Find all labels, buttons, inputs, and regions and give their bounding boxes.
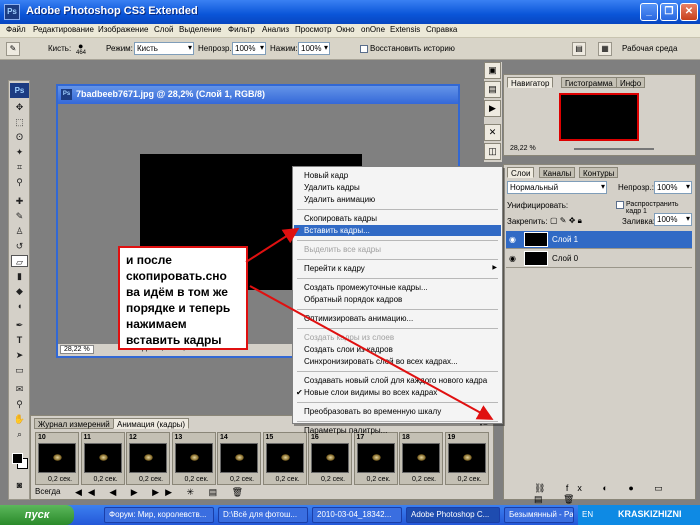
task-screenshot[interactable]: 2010-03-04_18342...: [312, 507, 402, 523]
arrow-to-paste-frames: [245, 227, 300, 263]
taskbar: пуск Форум: Мир, королевств... D:\Всё дл…: [0, 505, 700, 525]
system-tray: EN KRASKIZHIZNI: [578, 505, 700, 525]
task-paint[interactable]: Безымянный - Paint: [504, 507, 574, 523]
task-forum[interactable]: Форум: Мир, королевств...: [104, 507, 214, 523]
arrow-to-panel-menu: [249, 285, 494, 420]
watermark-text: KRASKIZHIZNI: [618, 509, 682, 519]
task-photoshop[interactable]: Adobe Photoshop C...: [406, 507, 500, 523]
start-button[interactable]: пуск: [0, 505, 74, 525]
language-indicator[interactable]: EN: [582, 510, 593, 519]
task-folder[interactable]: D:\Всё для фотош...: [218, 507, 308, 523]
annotation-arrows: [245, 227, 494, 420]
